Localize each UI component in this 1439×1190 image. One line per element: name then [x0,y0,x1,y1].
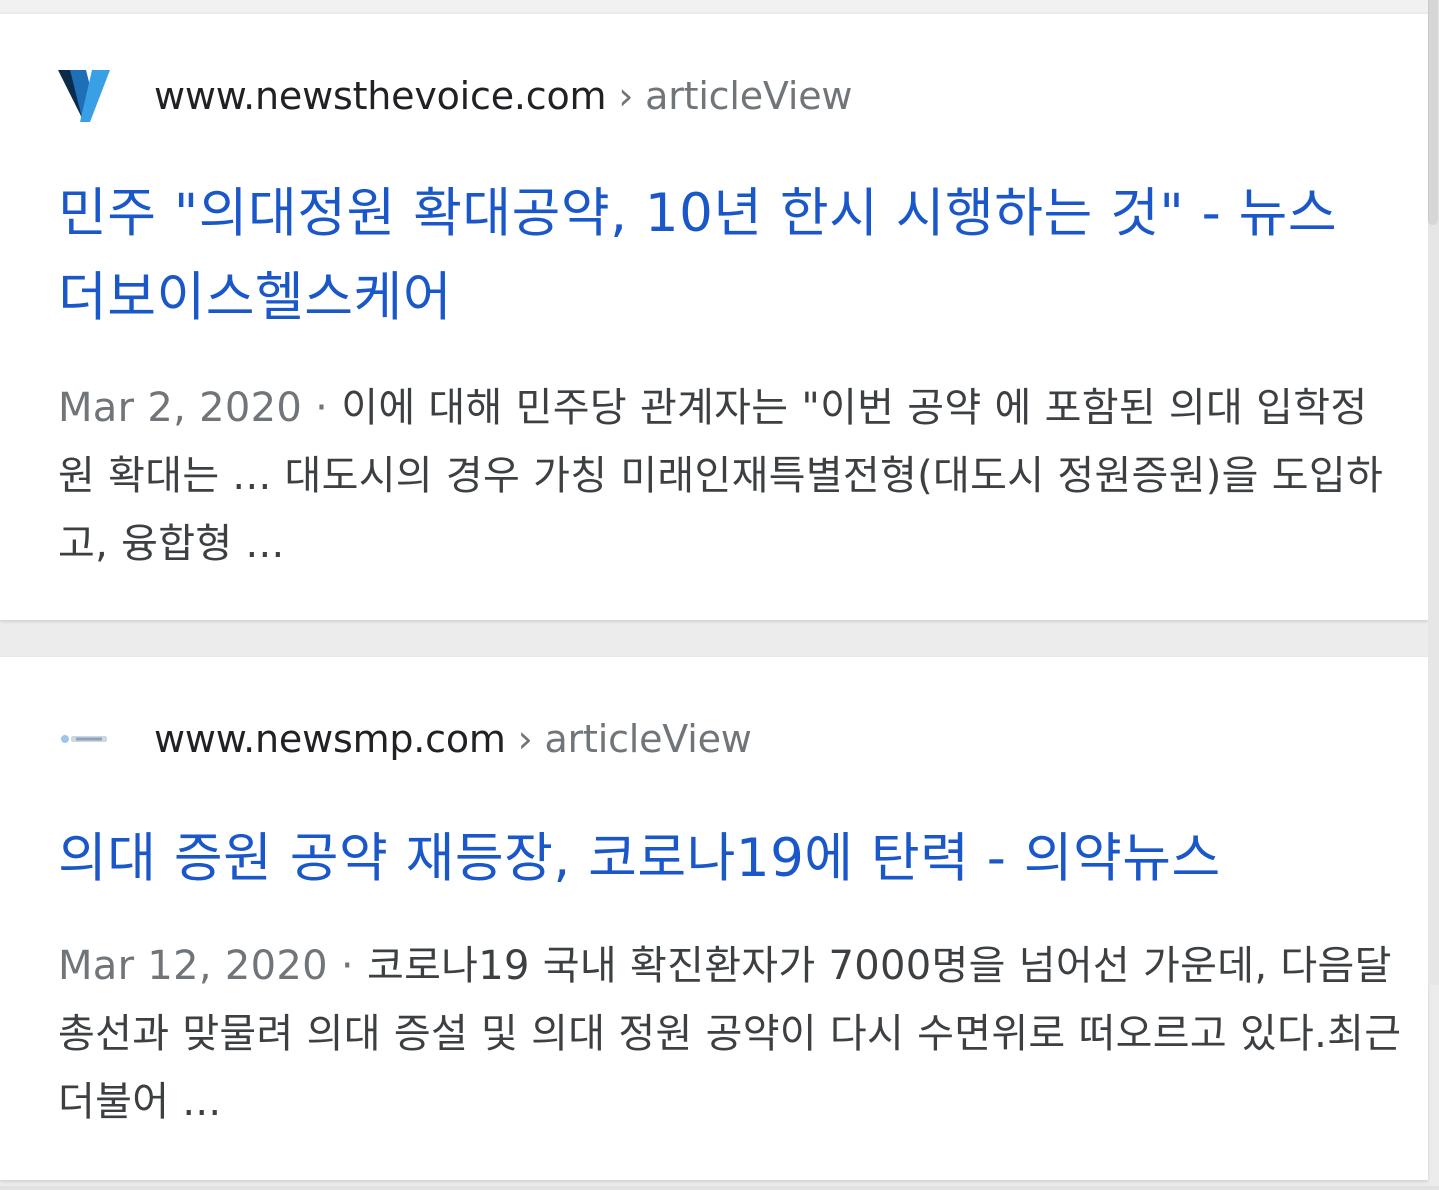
search-result-card[interactable]: www.newsthevoice.com › articleView 민주 "의… [0,14,1428,620]
breadcrumb-separator: › [606,74,646,118]
breadcrumb-separator: › [505,717,545,761]
result-title-link[interactable]: 의대 증원 공약 재등장, 코로나19에 탄력 - 의약뉴스 [58,817,1358,901]
search-results-page: www.newsthevoice.com › articleView 민주 "의… [0,0,1439,1190]
newsthevoice-v-logo-icon [56,66,112,126]
result-path: articleView [645,74,853,118]
result-date: Mar 2, 2020 [58,385,303,431]
result-domain: www.newsmp.com [154,717,506,761]
result-url[interactable]: www.newsthevoice.com › articleView [154,74,852,118]
search-result-card[interactable]: www.newsmp.com › articleView 의대 증원 공약 재등… [0,657,1428,1180]
result-source[interactable]: www.newsthevoice.com › articleView [56,66,852,126]
top-divider [0,0,1439,12]
result-title-link[interactable]: 민주 "의대정원 확대공약, 10년 한시 시행하는 것" - 뉴스더보이스헬스… [58,172,1358,340]
result-date: Mar 12, 2020 [58,943,328,989]
result-url[interactable]: www.newsmp.com › articleView [154,717,752,761]
scrollbar-thumb[interactable] [1428,0,1438,225]
scrollbar-track[interactable] [1428,0,1439,985]
bottom-divider [0,1186,1439,1190]
result-path: articleView [544,717,752,761]
result-domain: www.newsthevoice.com [154,74,607,118]
result-source[interactable]: www.newsmp.com › articleView [56,709,752,769]
date-separator: · [327,943,367,989]
newsmp-logo-icon [56,709,112,769]
result-snippet: Mar 2, 2020 · 이에 대해 민주당 관계자는 "이번 공약 에 포함… [58,374,1403,578]
date-separator: · [302,385,342,431]
result-snippet: Mar 12, 2020 · 코로나19 국내 확진환자가 7000명을 넘어선… [58,932,1403,1136]
